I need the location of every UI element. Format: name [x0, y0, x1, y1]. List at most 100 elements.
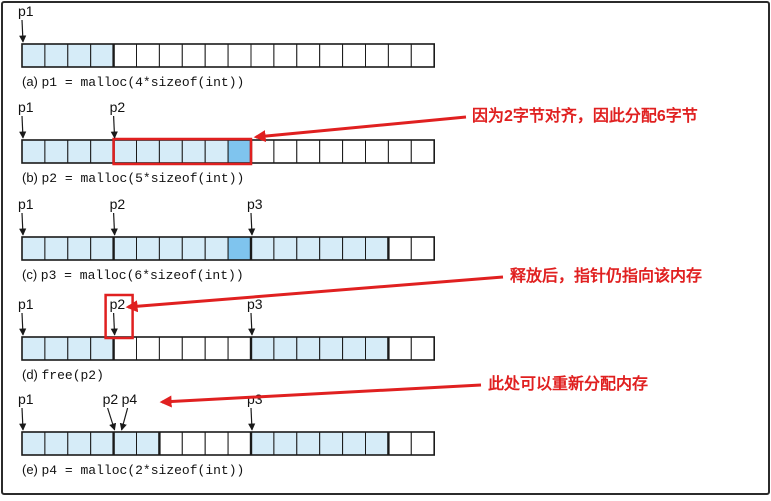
free-word-cell: [387, 139, 412, 164]
allocated-word-cell: [113, 236, 137, 261]
allocated-word-cell: [113, 431, 137, 456]
allocated-word-cell: [90, 336, 115, 361]
pointer-arrow: [19, 212, 27, 236]
allocated-word-cell: [44, 336, 69, 361]
pointer-arrow: [248, 312, 256, 336]
annotation-1: 因为2字节对齐，因此分配6字节: [253, 106, 698, 143]
pointer-arrow: [19, 407, 27, 431]
allocated-word-cell: [67, 431, 92, 456]
free-word-cell: [410, 139, 435, 164]
free-word-cell: [158, 336, 183, 361]
free-word-cell: [136, 336, 160, 361]
free-word-cell: [273, 139, 298, 164]
allocated-word-cell: [250, 431, 275, 456]
panel-c: p1 p2 p3 (c) p3 = malloc(6*sizeof(int)): [18, 196, 436, 283]
allocated-word-cell: [21, 43, 46, 68]
allocated-word-cell: [319, 236, 344, 261]
free-word-cell: [227, 336, 252, 361]
padding-word-cell: [227, 236, 252, 261]
allocated-word-cell: [319, 336, 344, 361]
free-word-cell: [387, 236, 412, 261]
annotation-3: 此处可以重新分配内存: [159, 374, 648, 408]
pointer-label-p3: p3: [247, 196, 263, 212]
caption-code: p2 = malloc(5*sizeof(int)): [42, 171, 245, 186]
allocated-word-cell: [319, 431, 344, 456]
pointer-arrow: [110, 212, 118, 236]
free-word-cell: [113, 43, 137, 68]
allocated-word-cell: [44, 139, 69, 164]
pointer-label-p2: p2: [103, 391, 119, 407]
free-word-cell: [158, 431, 183, 456]
allocated-word-cell: [250, 236, 275, 261]
allocated-word-cell: [44, 236, 69, 261]
pointer-arrow: [110, 312, 118, 336]
free-word-cell: [204, 336, 229, 361]
pointer-label-p1: p1: [18, 99, 34, 115]
free-word-cell: [342, 43, 367, 68]
free-word-cell: [365, 139, 389, 164]
annotation-arrow: [159, 383, 482, 408]
allocated-word-cell: [44, 431, 69, 456]
annotation-text: 释放后，指针仍指向该内存: [510, 266, 702, 285]
panel-b: p1 p2 (b) p2 = malloc(5*sizeof(int)): [18, 99, 436, 186]
pointer-label-p3: p3: [247, 391, 263, 407]
free-word-cell: [410, 43, 435, 68]
free-word-cell: [181, 336, 206, 361]
free-word-cell: [181, 43, 206, 68]
pointer-label-p2: p2: [110, 99, 126, 115]
pointer-label-p1: p1: [18, 196, 34, 212]
allocated-word-cell: [21, 236, 46, 261]
free-word-cell: [387, 43, 412, 68]
panel-e: p1 p2 p4 p3 (e) p4 = malloc(2*sizeof(int)): [18, 391, 436, 478]
panel-caption: (c) p3 = malloc(6*sizeof(int)): [22, 267, 244, 283]
panel-d: p1 p2 p3(d) free(p2): [18, 293, 436, 383]
free-word-cell: [342, 139, 367, 164]
allocated-word-cell: [296, 431, 321, 456]
pointer-label-p2: p2: [110, 196, 126, 212]
allocated-word-cell: [136, 236, 160, 261]
caption-code: p3 = malloc(6*sizeof(int)): [41, 268, 244, 283]
allocated-word-cell: [342, 236, 367, 261]
free-word-cell: [113, 336, 137, 361]
pointer-arrow: [248, 212, 256, 236]
free-word-cell: [227, 431, 252, 456]
allocated-word-cell: [90, 236, 115, 261]
free-word-cell: [181, 431, 206, 456]
free-word-cell: [410, 336, 435, 361]
free-word-cell: [319, 43, 344, 68]
pointer-arrow: [19, 115, 27, 139]
free-word-cell: [227, 43, 252, 68]
free-word-cell: [410, 236, 435, 261]
free-word-cell: [365, 43, 389, 68]
allocated-word-cell: [181, 139, 206, 164]
allocated-word-cell: [342, 336, 367, 361]
allocated-word-cell: [158, 236, 183, 261]
pointer-label-p2: p2: [110, 296, 126, 312]
free-word-cell: [296, 43, 321, 68]
allocated-word-cell: [67, 336, 92, 361]
pointer-arrow: [19, 312, 27, 336]
pointer-arrow: [248, 407, 256, 431]
allocated-word-cell: [204, 236, 229, 261]
pointer-arrow: [110, 115, 118, 139]
allocated-word-cell: [365, 336, 389, 361]
allocated-word-cell: [158, 139, 183, 164]
panel-a: p1 (a) p1 = malloc(4*sizeof(int)): [18, 3, 436, 90]
caption-label: (a): [22, 74, 42, 89]
panel-caption: (d) free(p2): [22, 367, 104, 383]
allocated-word-cell: [21, 336, 46, 361]
free-word-cell: [387, 431, 412, 456]
pointer-label-p1: p1: [18, 3, 34, 19]
free-word-cell: [410, 431, 435, 456]
pointer-arrow: [19, 19, 27, 43]
caption-label: (e): [22, 462, 42, 477]
allocated-word-cell: [67, 236, 92, 261]
allocated-word-cell: [204, 139, 229, 164]
annotation-text: 因为2字节对齐，因此分配6字节: [472, 106, 698, 125]
padding-word-cell: [227, 139, 252, 164]
allocated-word-cell: [136, 139, 160, 164]
pointer-arrow: [119, 407, 129, 431]
caption-code: p1 = malloc(4*sizeof(int)): [42, 75, 245, 90]
free-word-cell: [250, 43, 275, 68]
allocated-word-cell: [342, 431, 367, 456]
